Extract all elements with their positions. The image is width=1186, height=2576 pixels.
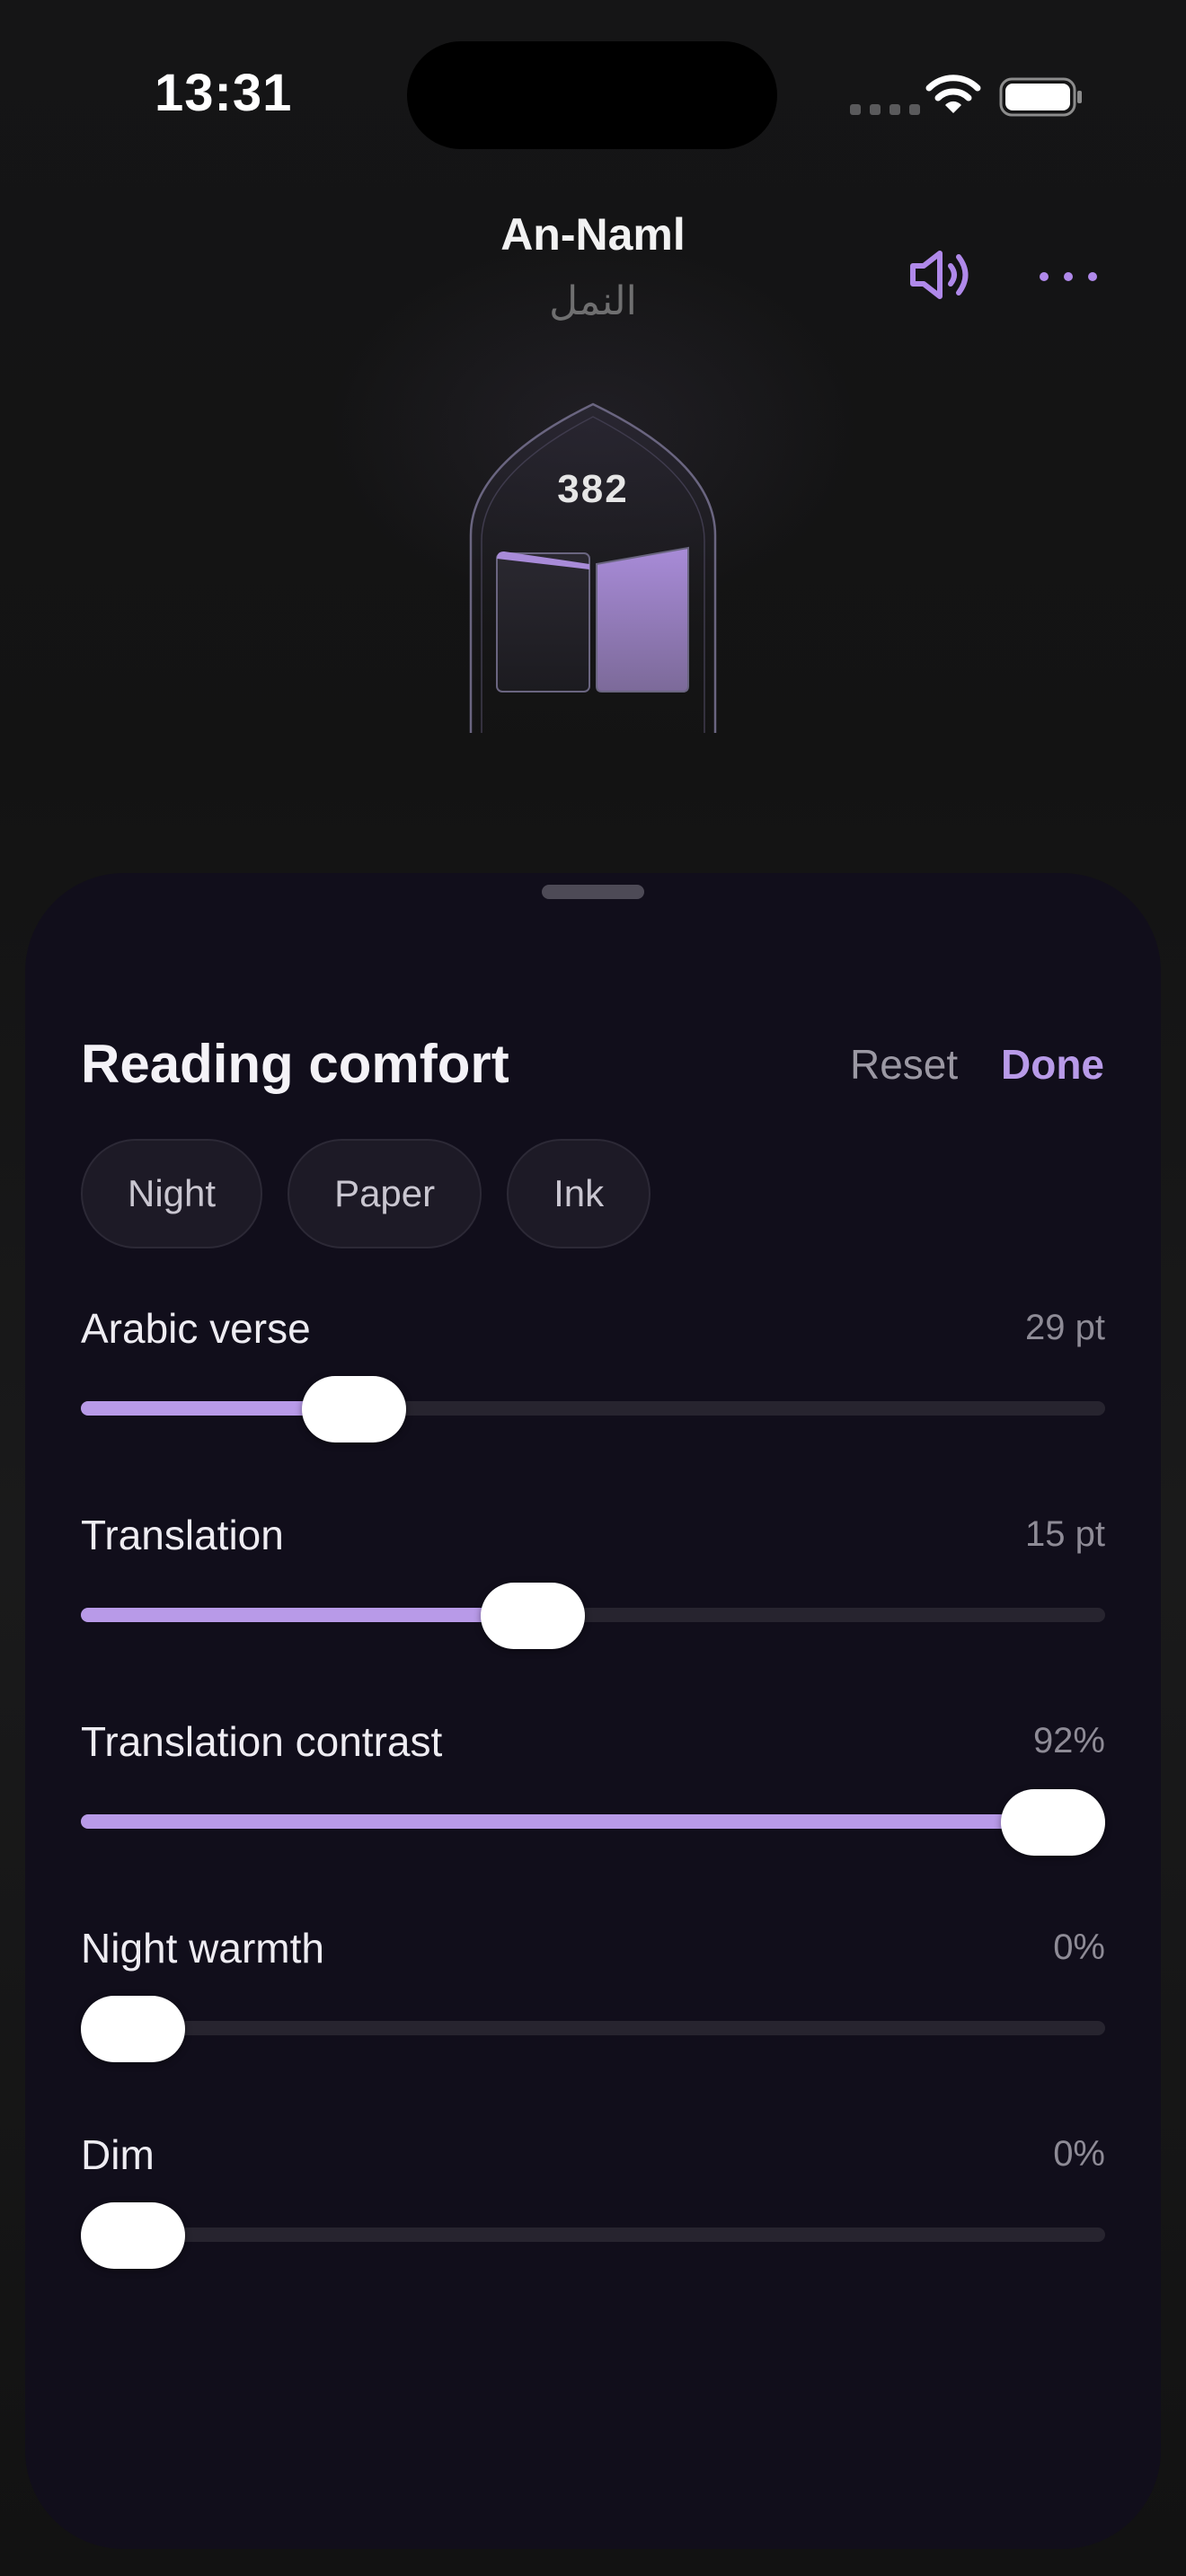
preset-paper-chip[interactable]: Paper <box>288 1139 482 1248</box>
dynamic-island <box>407 41 777 149</box>
done-button[interactable]: Done <box>1001 1040 1104 1089</box>
arabic-verse-slider: Arabic verse 29 pt <box>81 1304 1105 1484</box>
slider-thumb[interactable] <box>81 2202 185 2269</box>
slider-thumb[interactable] <box>301 1376 406 1442</box>
dim-slider: Dim 0% <box>81 2130 1105 2310</box>
slider-value: 0% <box>1053 2134 1105 2174</box>
slider-fill <box>81 1814 1053 1829</box>
slider-value: 15 pt <box>1025 1514 1105 1554</box>
slider-track[interactable] <box>81 1814 1105 1829</box>
reader-screen: 13:31 An-Naml النمل 382 Reading comfort … <box>0 0 1186 2576</box>
cellular-signal-icon <box>850 104 920 115</box>
page-number: 382 <box>557 467 629 511</box>
slider-value: 29 pt <box>1025 1308 1105 1347</box>
speaker-icon[interactable] <box>907 246 976 304</box>
surah-title: An-Naml <box>500 209 686 260</box>
slider-thumb[interactable] <box>81 1996 185 2062</box>
preset-chips: Night Paper Ink <box>81 1139 651 1248</box>
translation-contrast-slider: Translation contrast 92% <box>81 1717 1105 1897</box>
more-icon[interactable] <box>1037 266 1100 287</box>
slider-track[interactable] <box>81 2228 1105 2242</box>
surah-arabic-name: النمل <box>549 278 637 324</box>
sheet-grabber[interactable] <box>542 885 644 899</box>
slider-value: 0% <box>1053 1928 1105 1967</box>
slider-label: Night warmth <box>81 1925 324 1972</box>
sheet-title: Reading comfort <box>81 1034 509 1094</box>
slider-track[interactable] <box>81 1401 1105 1416</box>
battery-icon <box>999 77 1082 117</box>
preset-ink-chip[interactable]: Ink <box>507 1139 651 1248</box>
slider-label: Dim <box>81 2131 155 2178</box>
slider-fill <box>81 1608 534 1622</box>
slider-value: 92% <box>1032 1721 1105 1760</box>
slider-thumb[interactable] <box>1001 1789 1105 1856</box>
page-arch-icon <box>469 402 717 733</box>
reset-button[interactable]: Reset <box>850 1040 958 1089</box>
slider-label: Translation <box>81 1512 284 1558</box>
status-time: 13:31 <box>155 64 293 122</box>
night-warmth-slider: Night warmth 0% <box>81 1924 1105 2104</box>
slider-track[interactable] <box>81 2021 1105 2035</box>
slider-thumb[interactable] <box>481 1583 586 1649</box>
translation-slider: Translation 15 pt <box>81 1511 1105 1690</box>
slider-label: Translation contrast <box>81 1718 443 1765</box>
slider-label: Arabic verse <box>81 1305 311 1352</box>
wifi-icon <box>925 75 981 113</box>
preset-night-chip[interactable]: Night <box>81 1139 263 1248</box>
slider-track[interactable] <box>81 1608 1105 1622</box>
